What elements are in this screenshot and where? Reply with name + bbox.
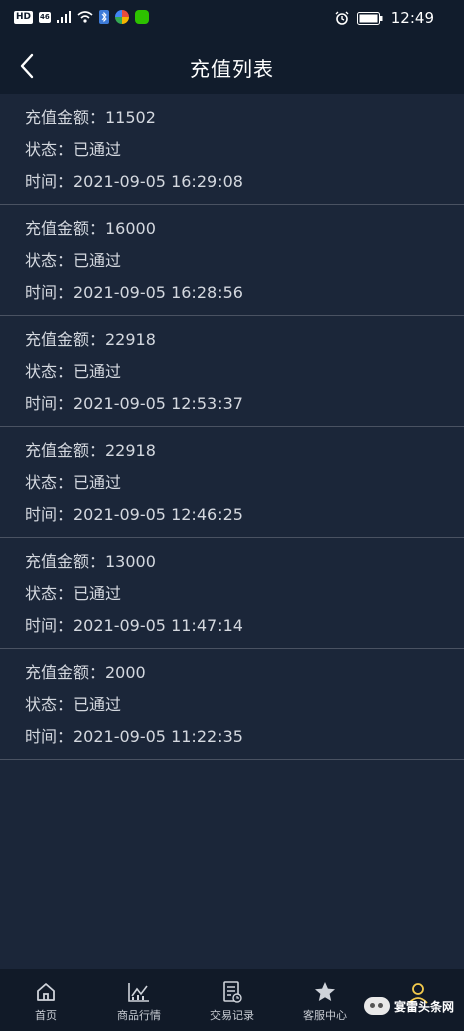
tab-service[interactable]: 客服中心 — [279, 969, 371, 1031]
tab-records[interactable]: 交易记录 — [186, 969, 278, 1031]
list-item[interactable]: 充值金额：11502 状态：已通过 时间：2021-09-05 16:29:08 — [0, 94, 464, 205]
watermark: 宴雷头条网 — [363, 997, 454, 1015]
signal-icon — [56, 11, 71, 23]
list-item[interactable]: 充值金额：22918 状态：已通过 时间：2021-09-05 12:53:37 — [0, 316, 464, 427]
app-icon — [114, 10, 129, 24]
amount-text: 充值金额：16000 — [25, 219, 156, 238]
status-text: 状态：已通过 — [25, 584, 122, 603]
status-text: 状态：已通过 — [25, 251, 122, 270]
tab-label: 交易记录 — [210, 1009, 254, 1022]
list-item[interactable]: 充值金额：13000 状态：已通过 时间：2021-09-05 11:47:14 — [0, 538, 464, 649]
time-text: 时间：2021-09-05 16:29:08 — [25, 172, 243, 191]
status-text: 状态：已通过 — [25, 140, 122, 159]
amount-text: 充值金额：11502 — [25, 108, 156, 127]
status-text: 状态：已通过 — [25, 362, 122, 381]
chart-icon — [128, 983, 149, 1002]
tab-label: 商品行情 — [117, 1009, 161, 1022]
time-text: 时间：2021-09-05 11:47:14 — [25, 616, 243, 635]
status-bar: HD 46 12:49 — [0, 0, 464, 38]
battery-icon — [356, 11, 383, 25]
page-header: 充值列表 — [0, 38, 464, 94]
tab-home[interactable]: 首页 — [0, 969, 92, 1031]
list-item[interactable]: 充值金额：22918 状态：已通过 时间：2021-09-05 12:46:25 — [0, 427, 464, 538]
bottom-tab-bar: 首页 商品行情 交易记录 客服中心 宴雷头条网 — [0, 969, 464, 1031]
watermark-text: 宴雷头条网 — [393, 999, 454, 1014]
status-right: 12:49 — [335, 9, 434, 27]
time-text: 时间：2021-09-05 16:28:56 — [25, 283, 243, 302]
wifi-icon — [77, 11, 93, 23]
list-item[interactable]: 充值金额：2000 状态：已通过 时间：2021-09-05 11:22:35 — [0, 649, 464, 760]
time-text: 时间：2021-09-05 12:53:37 — [25, 394, 243, 413]
status-left: HD 46 — [14, 10, 149, 24]
tab-market[interactable]: 商品行情 — [93, 969, 185, 1031]
amount-text: 充值金额：22918 — [25, 441, 156, 460]
status-text: 状态：已通过 — [25, 473, 122, 492]
watermark-logo-icon — [363, 997, 390, 1015]
network-badge: 46 — [39, 11, 51, 23]
tab-label: 客服中心 — [303, 1009, 347, 1022]
hd-badge: HD — [14, 10, 34, 24]
document-icon — [223, 981, 242, 1003]
amount-text: 充值金额：13000 — [25, 552, 156, 571]
time-text: 时间：2021-09-05 12:46:25 — [25, 505, 243, 524]
page-title: 充值列表 — [190, 57, 274, 81]
tab-label: 首页 — [35, 1009, 57, 1022]
home-icon — [37, 983, 55, 1001]
recharge-list: 充值金额：11502 状态：已通过 时间：2021-09-05 16:29:08… — [0, 94, 464, 760]
amount-text: 充值金额：22918 — [25, 330, 156, 349]
time-text: 时间：2021-09-05 11:22:35 — [25, 727, 243, 746]
star-icon — [315, 982, 335, 1001]
status-text: 状态：已通过 — [25, 695, 122, 714]
bluetooth-icon — [98, 10, 109, 24]
wechat-icon — [134, 10, 149, 24]
alarm-icon — [335, 11, 349, 25]
list-item[interactable]: 充值金额：16000 状态：已通过 时间：2021-09-05 16:28:56 — [0, 205, 464, 316]
amount-text: 充值金额：2000 — [25, 663, 146, 682]
status-time: 12:49 — [390, 9, 434, 27]
